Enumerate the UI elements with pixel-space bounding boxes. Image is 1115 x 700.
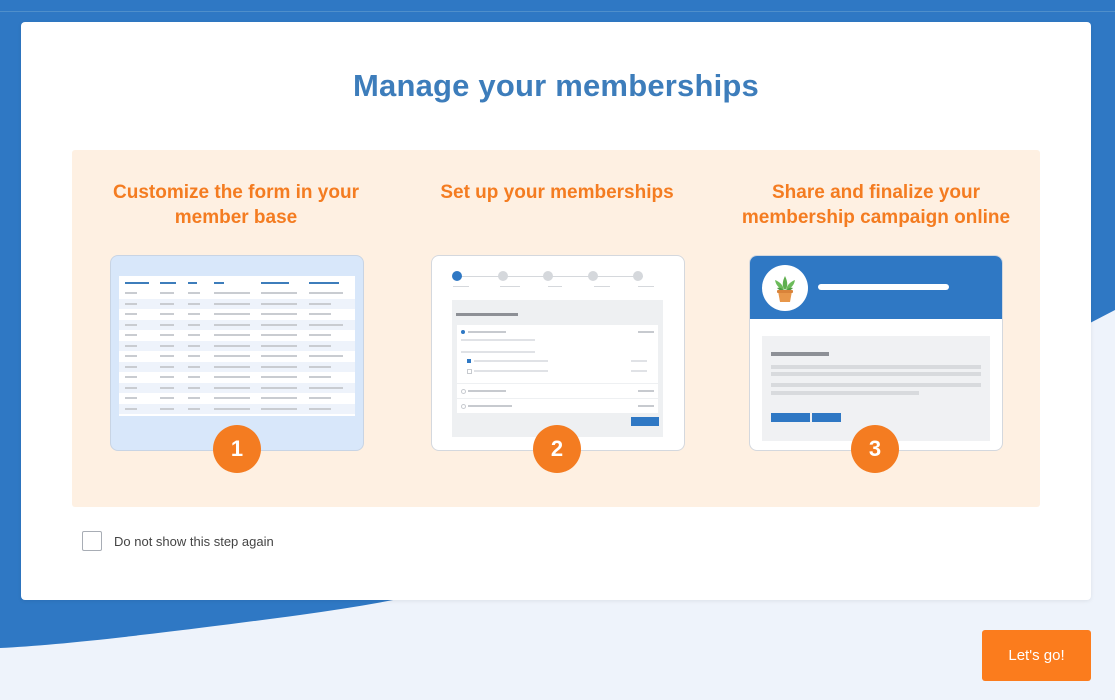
table-row xyxy=(119,340,355,351)
table-row xyxy=(119,393,355,403)
table-row xyxy=(119,361,355,372)
step-1-badge: 1 xyxy=(213,425,261,473)
steps-panel: Customize the form in your member base 1… xyxy=(72,150,1040,507)
table-row xyxy=(119,351,355,361)
campaign-header-illustration xyxy=(750,256,1002,319)
step-1-illustration xyxy=(110,255,364,451)
table-row xyxy=(119,298,355,309)
step-2-illustration xyxy=(431,255,685,451)
table-row xyxy=(119,382,355,393)
step-2-title: Set up your memberships xyxy=(440,182,674,203)
table-row xyxy=(119,309,355,319)
step-3-illustration xyxy=(749,255,1003,451)
top-border xyxy=(0,11,1115,12)
table-row xyxy=(119,403,355,414)
table-row xyxy=(119,288,355,298)
dont-show-again-label[interactable]: Do not show this step again xyxy=(114,534,274,549)
member-table-illustration xyxy=(119,276,355,416)
onboarding-modal: Manage your memberships Customize the fo… xyxy=(21,22,1091,600)
table-row xyxy=(119,372,355,382)
step-3-badge: 3 xyxy=(851,425,899,473)
table-row xyxy=(119,319,355,330)
table-row xyxy=(119,330,355,340)
dont-show-again-checkbox[interactable] xyxy=(82,531,102,551)
dont-show-again-row[interactable]: Do not show this step again xyxy=(82,531,274,551)
step-1-title: Customize the form in your member base xyxy=(113,182,359,228)
form-illustration xyxy=(452,300,663,437)
plant-icon xyxy=(762,265,808,311)
modal-title: Manage your memberships xyxy=(353,68,759,103)
step-2-badge: 2 xyxy=(533,425,581,473)
lets-go-button[interactable]: Let's go! xyxy=(982,630,1091,681)
step-3-title: Share and finalize your membership campa… xyxy=(741,182,1011,228)
